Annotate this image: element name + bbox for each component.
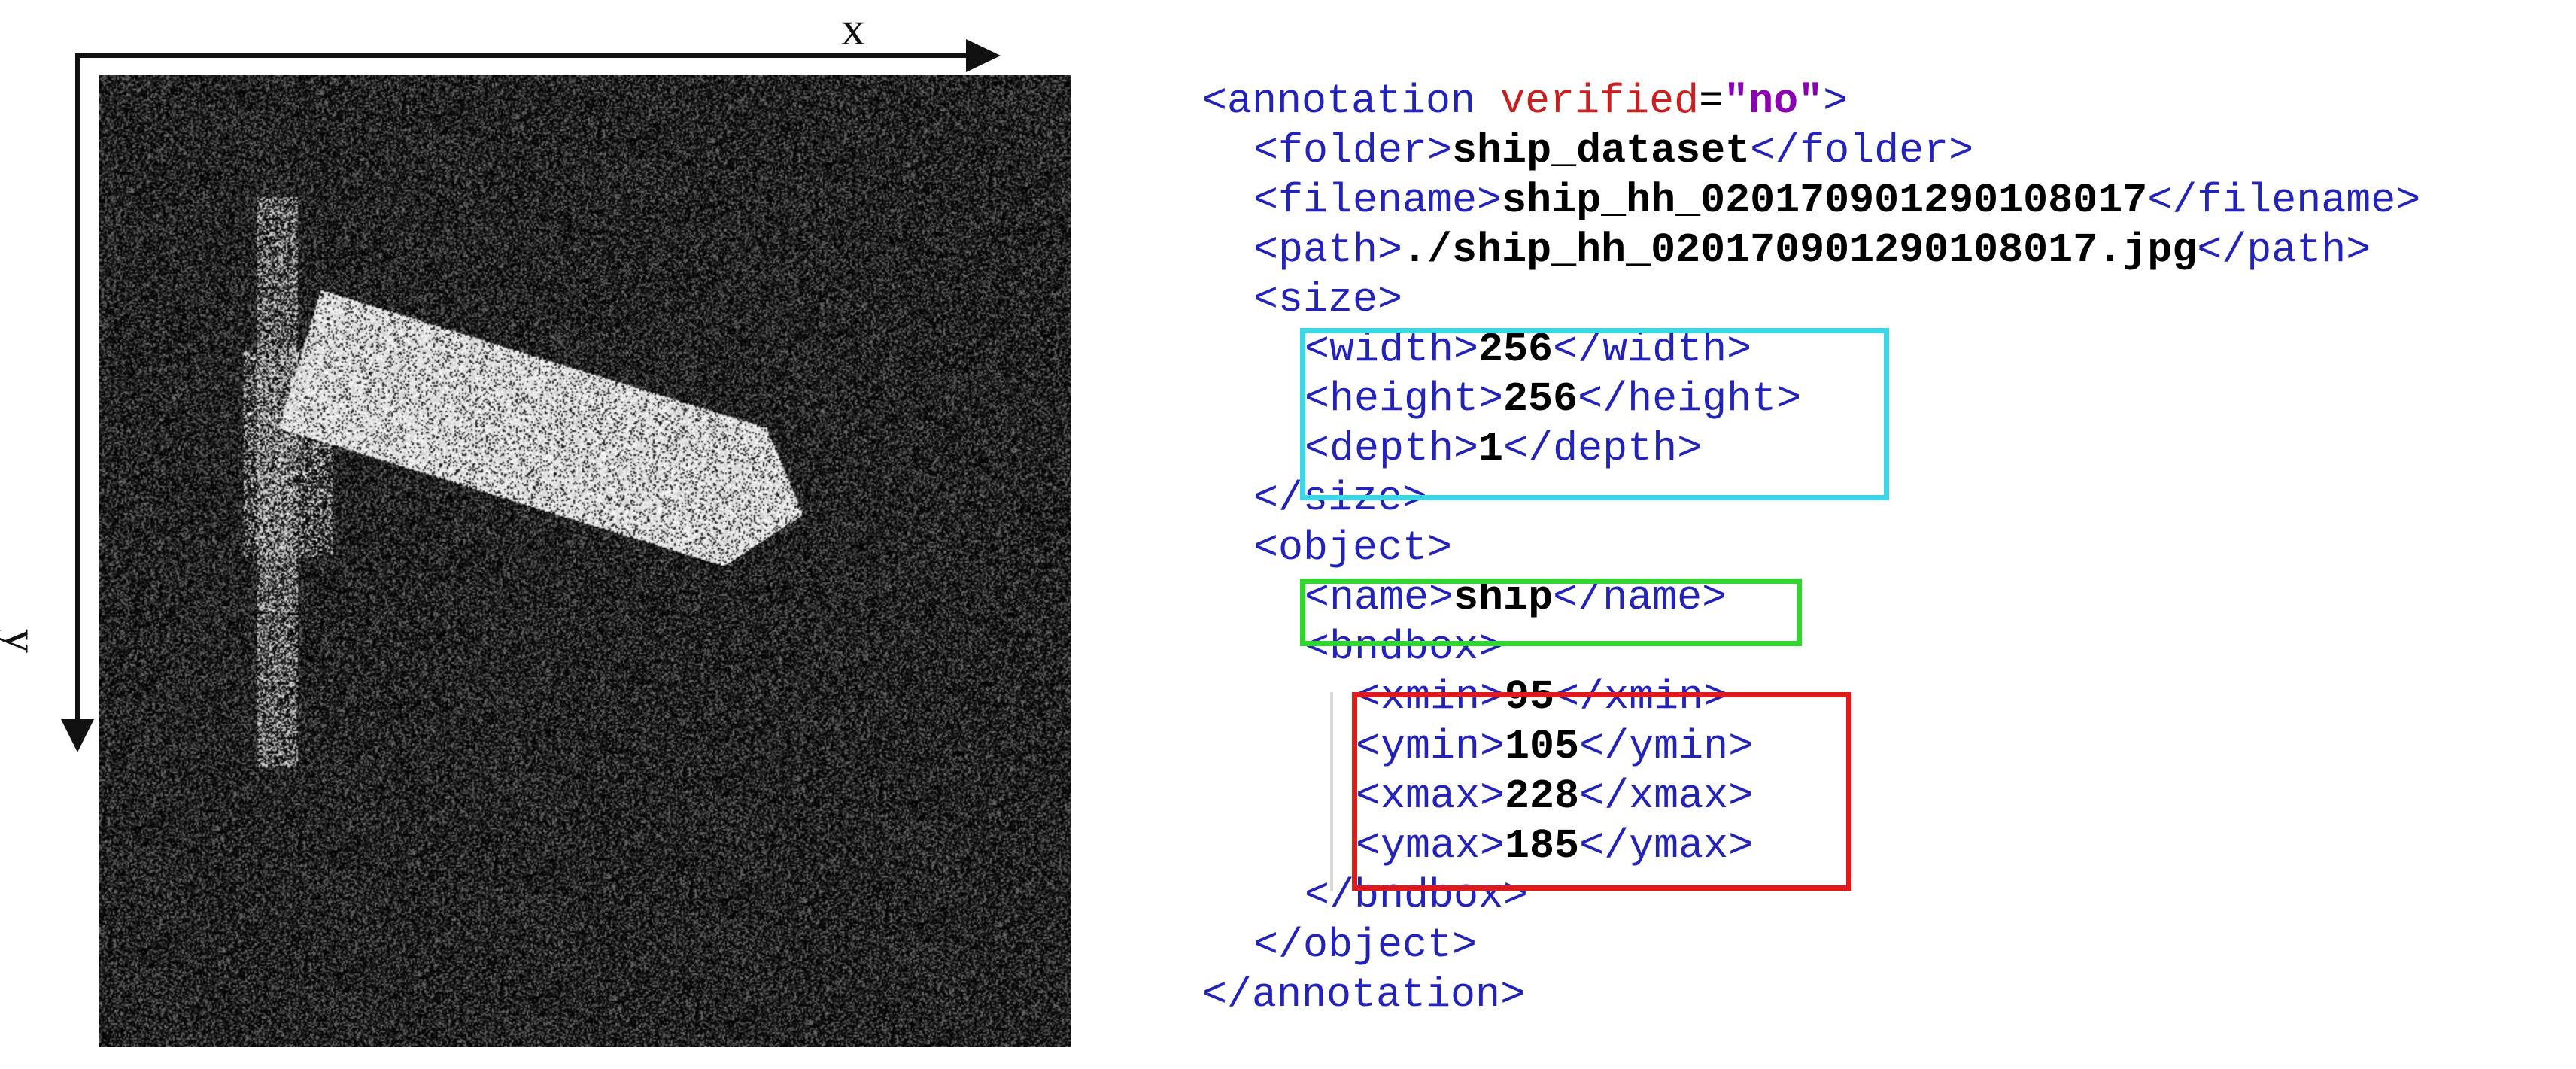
- xml-line: </object>: [1253, 921, 1477, 970]
- sar-image-canvas: [99, 75, 1071, 1047]
- xml-line: <annotation verified="no">: [1202, 77, 1848, 126]
- bndbox-highlight-box: [1352, 692, 1852, 891]
- xml-tag-token: </annotation>: [1202, 971, 1526, 1019]
- name-highlight-box: [1300, 579, 1802, 646]
- xml-val-token: ./ship_hh_020170901290108017.jpg: [1402, 226, 2198, 274]
- x-axis-arrowhead: [966, 39, 1001, 72]
- xml-tag-token: <object>: [1253, 524, 1453, 572]
- xml-attr-token: verified: [1500, 77, 1700, 125]
- xml-line: <folder>ship_dataset</folder>: [1253, 126, 1973, 176]
- xml-line: <size>: [1253, 275, 1402, 325]
- xml-line: <object>: [1253, 524, 1452, 573]
- sar-ship-image: [99, 75, 1071, 1047]
- xml-annotation-panel: <annotation verified="no"> <folder>ship_d…: [1202, 77, 2564, 1062]
- xml-tag-token: </object>: [1253, 922, 1478, 969]
- xml-tag-token: </filename>: [2147, 177, 2421, 224]
- size-highlight-box: [1300, 328, 1889, 500]
- xml-str-token: "no": [1724, 77, 1824, 125]
- xml-tag-token: <path>: [1253, 226, 1403, 274]
- xml-tag-token: </folder>: [1750, 127, 1974, 175]
- xml-line: </annotation>: [1202, 970, 1525, 1020]
- xml-tag-token: <folder>: [1253, 127, 1453, 175]
- xml-line: <path>./ship_hh_020170901290108017.jpg</…: [1253, 226, 2371, 275]
- xml-line: <filename>ship_hh_020170901290108017</fi…: [1253, 176, 2420, 226]
- xml-tag-token: >: [1823, 77, 1848, 125]
- y-axis-arrowhead: [61, 719, 94, 752]
- xml-tag-token: <filename>: [1253, 177, 1502, 224]
- xml-eq-token: =: [1699, 77, 1724, 125]
- xml-tag-token: <annotation: [1202, 77, 1501, 125]
- xml-tag-token: <size>: [1253, 276, 1403, 323]
- xml-tag-token: </path>: [2197, 226, 2371, 274]
- xml-val-token: ship_dataset: [1452, 127, 1751, 175]
- indent-guide: [1330, 692, 1333, 891]
- xml-val-token: ship_hh_020170901290108017: [1502, 177, 2148, 224]
